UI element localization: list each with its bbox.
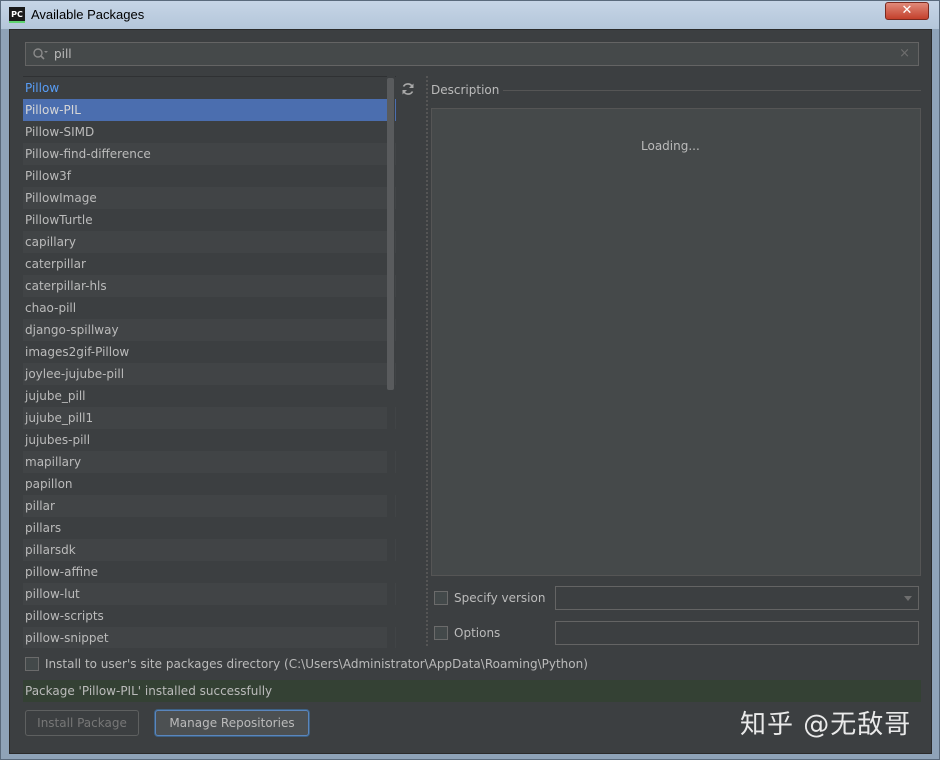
window-title: Available Packages — [31, 7, 145, 22]
loading-text: Loading... — [641, 139, 700, 153]
description-panel: Loading... — [431, 108, 921, 576]
package-list-item[interactable]: pillow-affine — [23, 561, 396, 583]
package-list-item[interactable]: Pillow-find-difference — [23, 143, 396, 165]
package-list-item[interactable]: jujube_pill1 — [23, 407, 396, 429]
description-divider — [503, 90, 921, 91]
pycharm-app-icon: PC — [9, 7, 25, 23]
package-list-item[interactable]: joylee-jujube-pill — [23, 363, 396, 385]
package-list-item[interactable]: pillow-scripts — [23, 605, 396, 627]
package-list-item[interactable]: caterpillar — [23, 253, 396, 275]
close-button[interactable]: ✕ — [885, 2, 929, 20]
package-list-item[interactable]: Pillow-SIMD — [23, 121, 396, 143]
clear-search-icon[interactable]: × — [899, 46, 910, 61]
package-list-item[interactable]: Pillow-PIL — [23, 99, 396, 121]
options-checkbox[interactable] — [434, 626, 448, 640]
available-packages-window: PC Available Packages ✕ × PillowPillow-P… — [0, 0, 940, 760]
package-list-item[interactable]: caterpillar-hls — [23, 275, 396, 297]
options-field[interactable] — [555, 621, 919, 645]
manage-repositories-button[interactable]: Manage Repositories — [155, 710, 309, 736]
specify-version-label: Specify version — [454, 591, 546, 605]
package-list-item[interactable]: pillar — [23, 495, 396, 517]
package-list-scrollbar-thumb[interactable] — [387, 78, 394, 390]
description-label: Description — [431, 83, 500, 97]
package-list-item[interactable]: jujubes-pill — [23, 429, 396, 451]
package-list-item[interactable]: pillarsdk — [23, 539, 396, 561]
package-list-item[interactable]: PillowTurtle — [23, 209, 396, 231]
status-message: Package 'Pillow-PIL' installed successfu… — [23, 680, 921, 702]
package-list-item[interactable]: images2gif-Pillow — [23, 341, 396, 363]
install-user-dir-checkbox[interactable] — [25, 657, 39, 671]
package-list-item[interactable]: papillon — [23, 473, 396, 495]
package-list-item[interactable]: PillowImage — [23, 187, 396, 209]
search-icon[interactable] — [32, 47, 48, 61]
package-list-item[interactable]: pillars — [23, 517, 396, 539]
package-list-item[interactable]: chao-pill — [23, 297, 396, 319]
specify-version-checkbox[interactable] — [434, 591, 448, 605]
package-list-item[interactable]: capillary — [23, 231, 396, 253]
package-list-item[interactable]: jujube_pill — [23, 385, 396, 407]
refresh-icon[interactable] — [401, 82, 415, 96]
watermark: 知乎 @无敌哥 — [740, 710, 912, 740]
install-package-button[interactable]: Install Package — [25, 710, 139, 736]
chevron-down-icon[interactable] — [904, 596, 912, 601]
package-list-item[interactable]: pillow-lut — [23, 583, 396, 605]
package-list-item[interactable]: mapillary — [23, 451, 396, 473]
options-label: Options — [454, 626, 501, 640]
title-bar: PC Available Packages ✕ — [1, 1, 939, 29]
package-list-item[interactable]: Pillow — [23, 77, 396, 99]
search-box[interactable]: × — [25, 42, 919, 66]
dialog-content: × PillowPillow-PILPillow-SIMDPillow-find… — [9, 29, 932, 754]
install-user-dir-label: Install to user's site packages director… — [45, 657, 588, 671]
package-list-item[interactable]: Pillow3f — [23, 165, 396, 187]
search-input[interactable] — [54, 46, 894, 62]
splitter[interactable] — [426, 76, 428, 648]
package-list-item[interactable]: django-spillway — [23, 319, 396, 341]
package-list-item[interactable]: pillow-snippet — [23, 627, 396, 648]
package-list[interactable]: Pillow Pillow-PIL Pillow-SIMD Pillow-find-d… — [23, 76, 396, 648]
version-select[interactable] — [555, 586, 919, 610]
